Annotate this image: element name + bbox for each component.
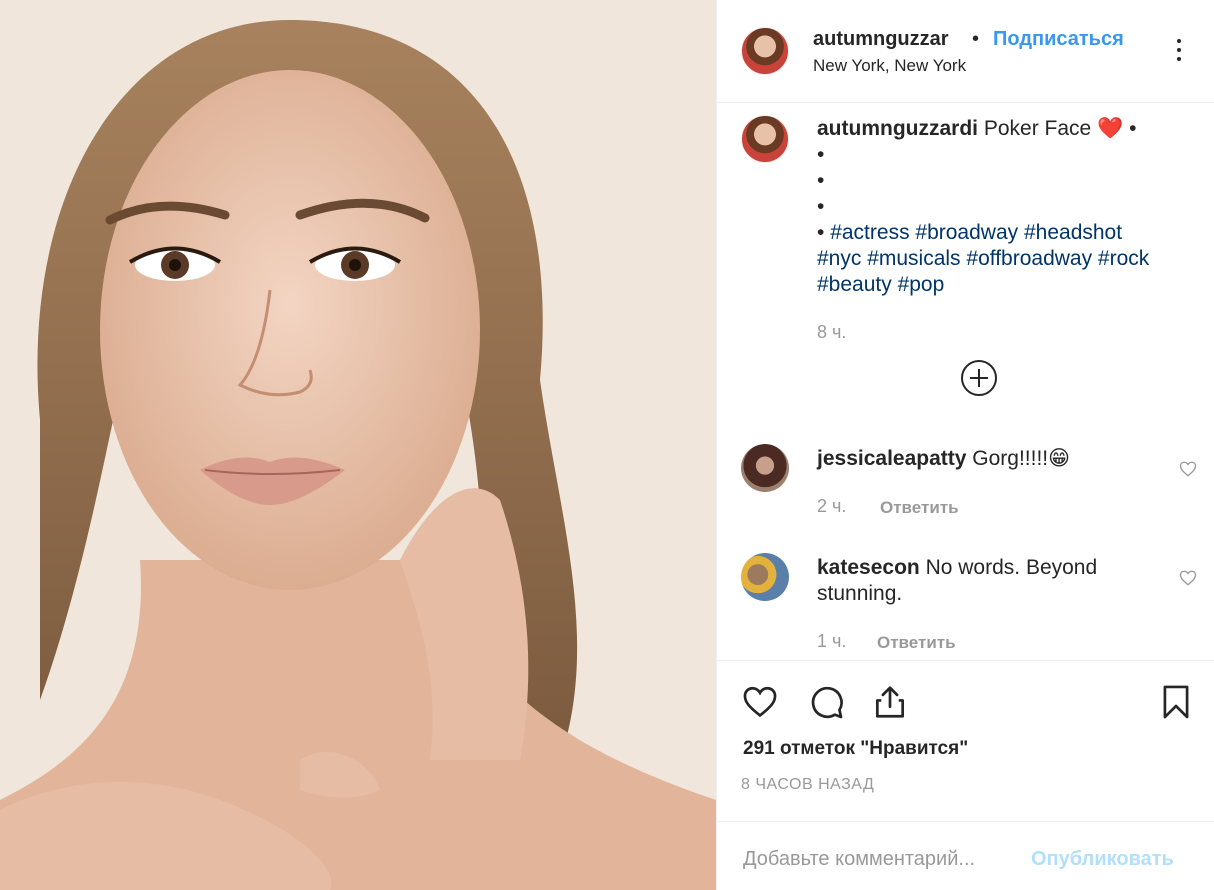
separator-dot: • (972, 28, 980, 50)
caption-bullet: • (1129, 117, 1137, 140)
author-avatar[interactable] (741, 27, 789, 75)
caption-bullet: • (817, 143, 825, 166)
heart-emoji: ❤️ (1097, 117, 1124, 140)
comment-icon[interactable] (807, 683, 845, 721)
comment-username[interactable]: jessicaleapatty (817, 447, 966, 470)
comment: katesecon No words. Beyond stunning. (817, 555, 1147, 607)
add-comment-bar: Добавьте комментарий... Опубликовать (717, 821, 1214, 890)
comment-username[interactable]: katesecon (817, 556, 920, 579)
comment-text: Gorg!!!!!😁 (972, 447, 1071, 470)
post-actions: 291 отметок "Нравится" 8 ЧАСОВ НАЗАД Доб… (717, 660, 1214, 890)
commenter-avatar[interactable] (741, 553, 789, 601)
post-header: autumnguzzar • Подписаться New York, New… (717, 0, 1214, 103)
comment: jessicaleapatty Gorg!!!!!😁 (817, 446, 1147, 472)
caption-username[interactable]: autumnguzzardi (817, 117, 978, 140)
post-date[interactable]: 8 ЧАСОВ НАЗАД (741, 776, 874, 794)
caption-bullet: • (817, 169, 825, 192)
share-icon[interactable] (871, 683, 909, 721)
caption-time[interactable]: 8 ч. (817, 322, 846, 343)
hashtags[interactable]: #nyc #musicals #offbroadway #rock (817, 246, 1207, 272)
post-caption: autumnguzzardi Poker Face ❤️ • • • • • #… (817, 116, 1207, 298)
load-more-comments-icon[interactable] (961, 360, 997, 396)
location-link[interactable]: New York, New York (813, 56, 966, 76)
comment-like-icon[interactable] (1179, 569, 1197, 587)
likes-count[interactable]: 291 отметок "Нравится" (743, 738, 968, 760)
comment-input[interactable]: Добавьте комментарий... (743, 848, 975, 871)
save-icon[interactable] (1157, 683, 1195, 721)
hashtags[interactable]: #actress #broadway #headshot (830, 221, 1122, 244)
comment-time[interactable]: 1 ч. (817, 631, 846, 652)
caption-text: Poker Face (983, 117, 1092, 140)
hashtags[interactable]: #beauty #pop (817, 272, 1207, 298)
commenter-avatar[interactable] (741, 444, 789, 492)
comment-like-icon[interactable] (1179, 460, 1197, 478)
comment-time[interactable]: 2 ч. (817, 496, 846, 517)
reply-button[interactable]: Ответить (877, 633, 956, 653)
post-details-panel: autumnguzzar • Подписаться New York, New… (716, 0, 1214, 890)
caption-author-avatar[interactable] (741, 115, 789, 163)
author-username[interactable]: autumnguzzar (813, 28, 949, 51)
caption-bullet: • (817, 195, 825, 218)
reply-button[interactable]: Ответить (880, 498, 959, 518)
portrait-illustration (0, 0, 716, 890)
follow-button[interactable]: Подписаться (993, 28, 1124, 51)
publish-button[interactable]: Опубликовать (1031, 848, 1174, 871)
post-image (0, 0, 716, 890)
more-icon[interactable] (1169, 36, 1189, 66)
like-icon[interactable] (741, 683, 779, 721)
caption-bullet: • (817, 221, 825, 244)
